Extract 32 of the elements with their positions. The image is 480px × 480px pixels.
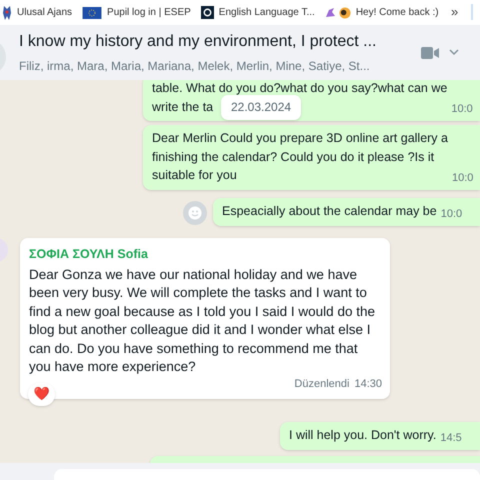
message-text: Dear Gonza we have our national holiday and we have been very busy. We will complete the tasks and I want to find a new goal because as I told you I said I would do the blog but another colleague did it and I wonder what else I can do. Do you have something to recommend me that you have more experience?: [29, 266, 375, 376]
message-time: 10:0: [451, 103, 473, 115]
mascot-icon: [2, 6, 12, 20]
message-text-line: Espeacially about the calendar may be: [222, 203, 437, 220]
logo-icon: [200, 6, 214, 19]
flag-icon: [82, 6, 102, 18]
date-pill: 22.03.2024: [221, 95, 302, 120]
message-text-line: finishing the calendar? Could you do it please ?Is it: [152, 148, 434, 166]
bookmark-link[interactable]: Ulusal Ajans: [17, 5, 72, 20]
message-text-line: Dear Merlin Could you prepare 3D online art gallery a: [152, 130, 448, 147]
bookmarks-more-button[interactable]: »: [451, 5, 458, 19]
smiley-icon: [188, 206, 202, 220]
chevron-down-icon[interactable]: [449, 49, 459, 56]
message-text-line: suitable for you: [152, 167, 237, 184]
message-time: 10:0: [440, 208, 462, 220]
message-text-line: table. What do you do?what do you say?what can we: [152, 80, 448, 97]
reaction-badge[interactable]: ❤: [28, 383, 55, 406]
chat-members: Filiz, irma, Mara, Maria, Mariana, Melek, Merlin, Mine, Satiye, St...: [19, 58, 371, 75]
message-time: 14:5: [440, 432, 462, 444]
message-text-line: I will help you. Don't worry.: [289, 427, 436, 444]
bookmark-link[interactable]: Pupil log in | ESEP: [107, 5, 191, 20]
chat-title[interactable]: I know my history and my environment, I protect ...: [19, 30, 376, 54]
owl-icon: [338, 6, 351, 18]
edited-label: Düzenlendi: [294, 376, 350, 392]
message-text-line: write the ta: [152, 98, 214, 116]
unicorn-icon: [324, 6, 336, 18]
bookmark-link[interactable]: English Language T...: [218, 5, 315, 20]
message-time: 10:0: [452, 172, 474, 184]
emoji-reaction-button[interactable]: [183, 201, 207, 225]
message-time: 14:30: [354, 376, 382, 392]
video-call-icon[interactable]: [421, 47, 439, 59]
bookmark-link[interactable]: Hey! Come back :): [356, 5, 439, 20]
